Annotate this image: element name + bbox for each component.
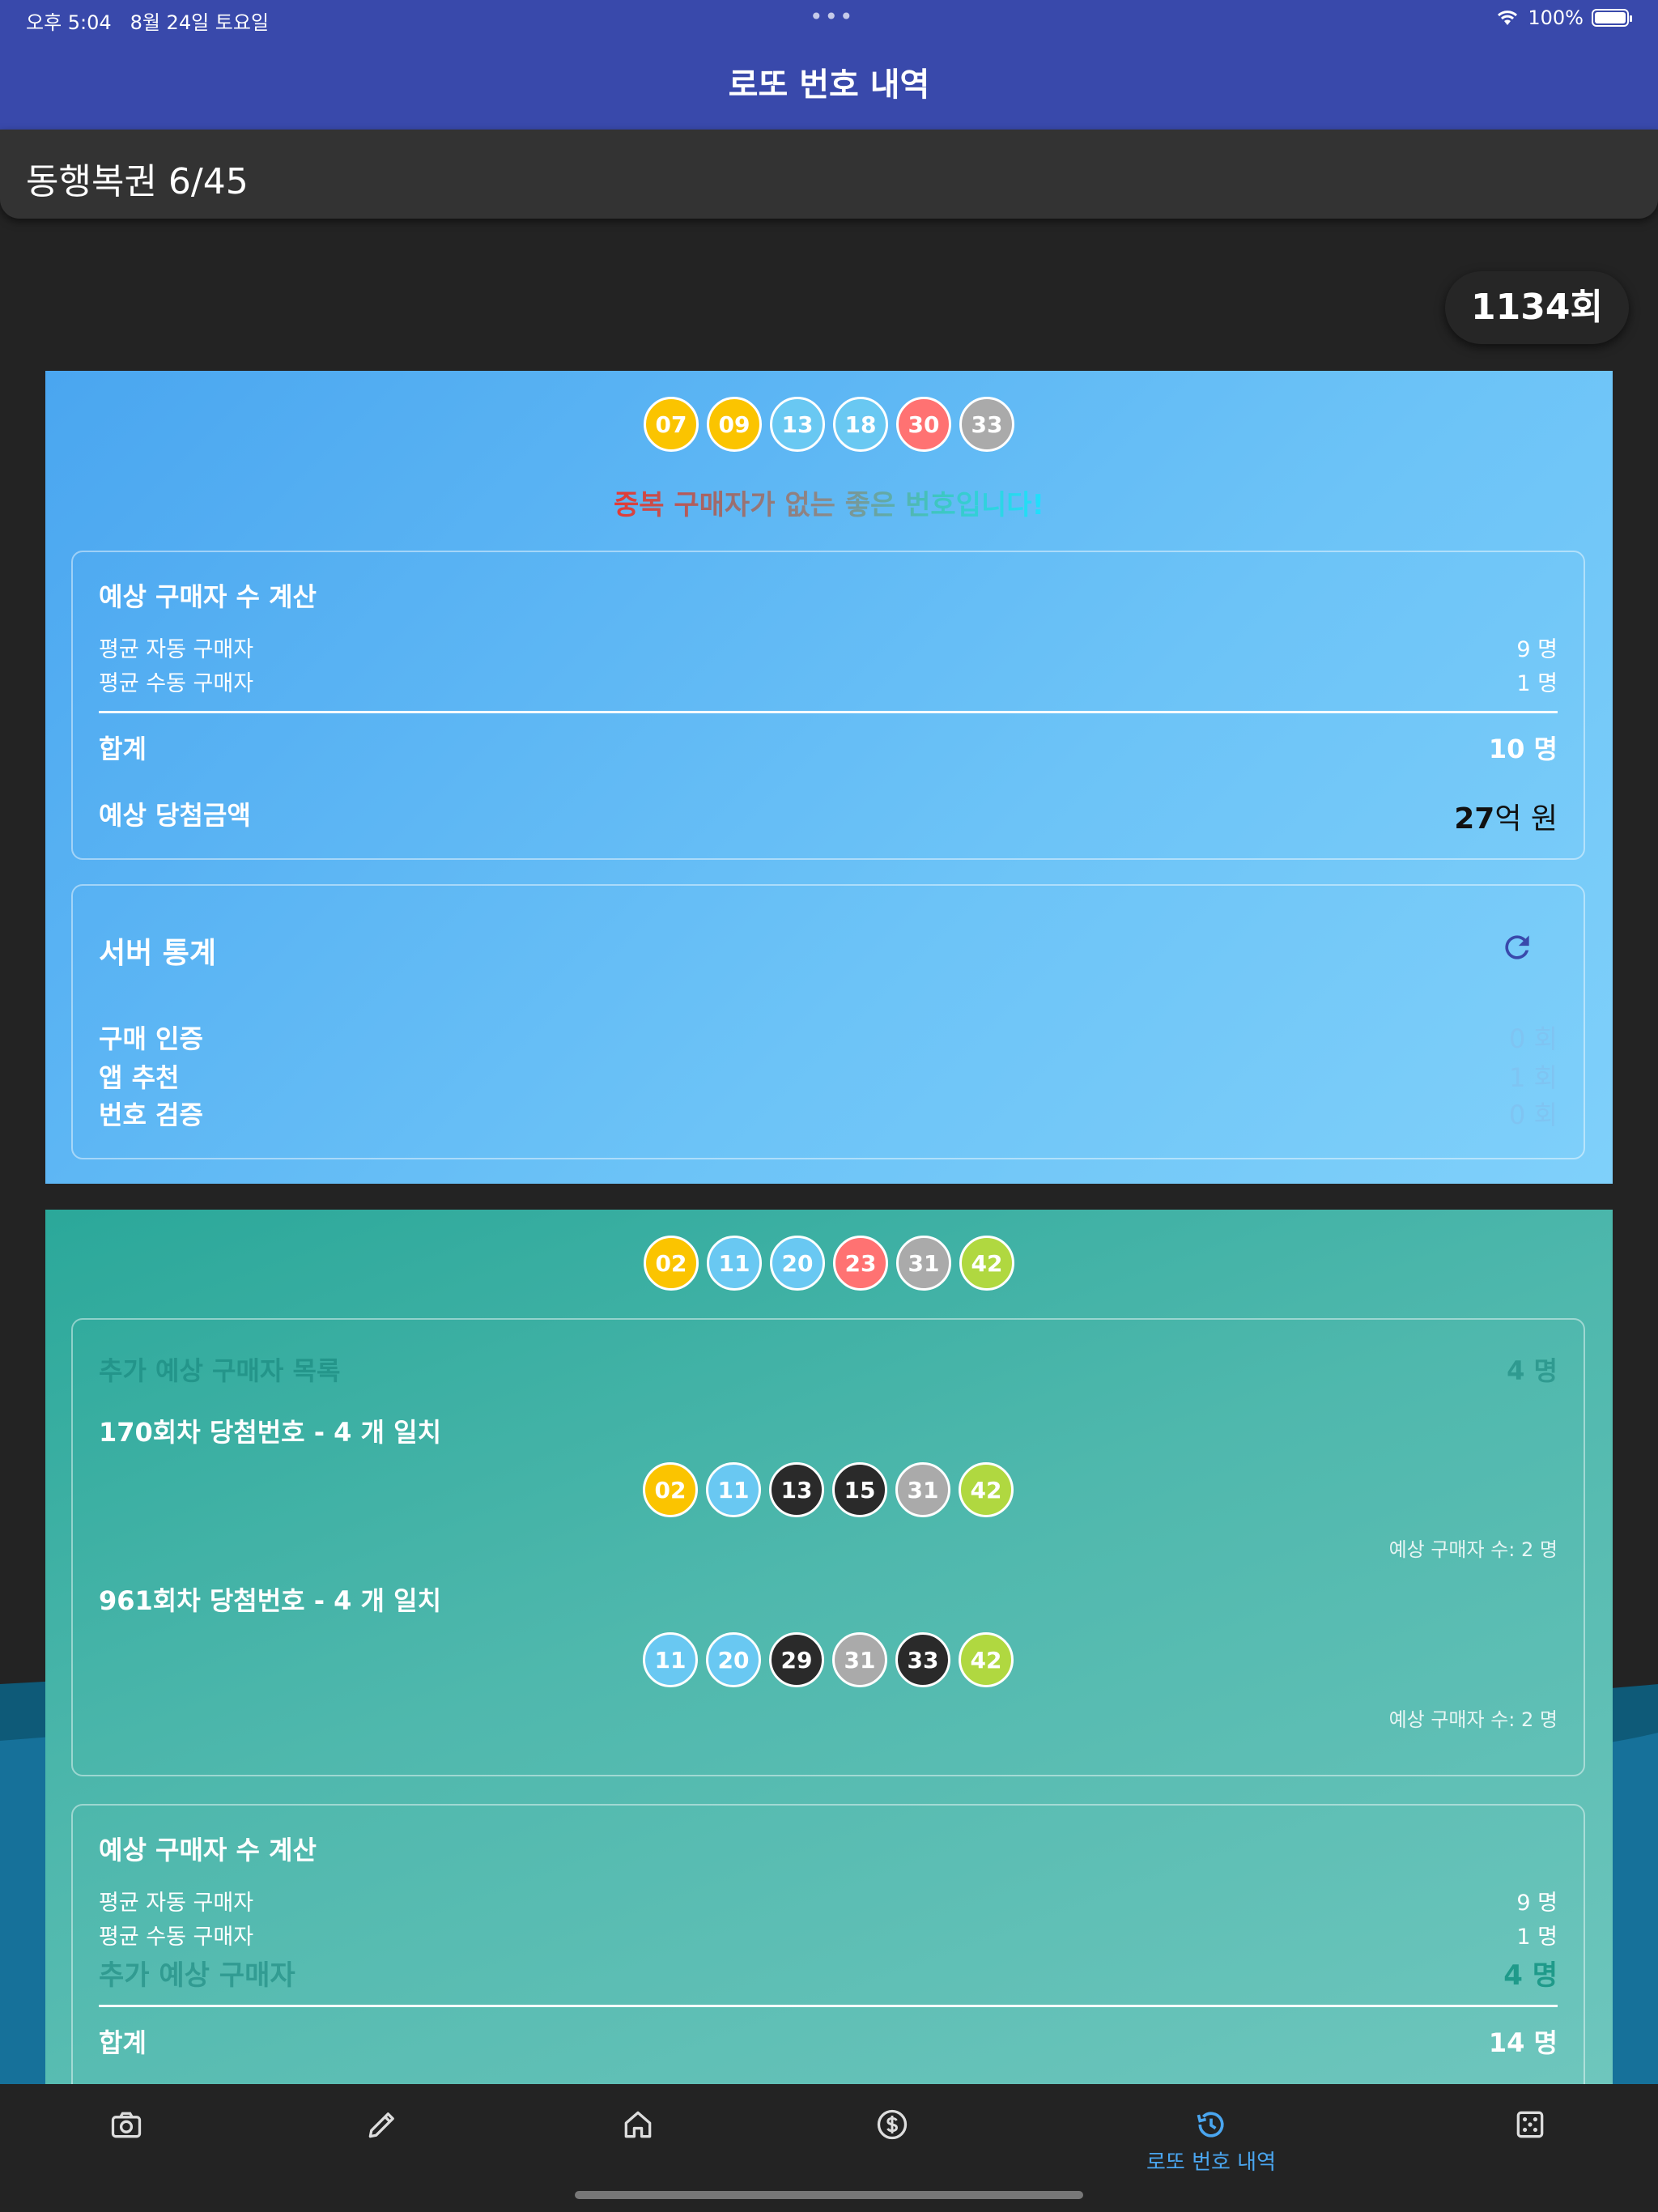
number-ball: 18 [833,397,888,452]
dice-icon [1516,2111,1544,2138]
nav-history[interactable]: 로또 번호 내역 [1114,2107,1308,2180]
number-ball: 13 [770,397,825,452]
estimate-title: 예상 구매자 수 계산 [99,581,317,612]
prize-row: 예상 당첨금액 27억 원 [99,800,1558,836]
number-ball: 33 [895,1632,950,1687]
number-ball: 20 [706,1632,761,1687]
number-ball: 11 [706,1462,761,1517]
manual-buyers-row: 평균 수동 구매자 1 명 [99,671,1558,696]
battery-percent: 100% [1528,6,1584,29]
number-ball: 31 [832,1632,887,1687]
number-ball: 30 [896,397,951,452]
number-ball: 33 [959,397,1014,452]
purchase-stat-row: 구매 인증 0 회 [99,1023,1558,1054]
number-ball: 13 [769,1462,824,1517]
number-ball: 09 [707,397,762,452]
divider [99,2005,1558,2007]
auto-buyers-row: 평균 자동 구매자 9 명 [99,637,1558,662]
estimate-panel: 예상 구매자 수 계산 평균 자동 구매자 9 명 평균 수동 구매자 1 명 합계… [71,551,1585,860]
divider [99,711,1558,713]
number-ball: 11 [707,1236,762,1291]
number-ball: 31 [895,1462,950,1517]
app-bar: 로또 번호 내역 [0,39,1658,130]
camera-icon [111,2112,142,2138]
number-ball: 20 [770,1236,825,1291]
number-ball: 42 [959,1632,1014,1687]
total-row: 합계 10 명 [99,734,1558,764]
estimate-title: 예상 구매자 수 계산 [99,1835,317,1865]
multitasking-dots-icon[interactable]: ••• [810,3,855,30]
verify-stat-row: 번호 검증 0 회 [99,1100,1558,1130]
match-title: 170회차 당첨번호 - 4 개 일치 [99,1417,442,1448]
nav-history-label: 로또 번호 내역 [1146,2150,1277,2175]
number-ball: 23 [833,1236,888,1291]
server-stats-title: 서버 통계 [99,937,217,970]
nav-home[interactable] [589,2107,687,2180]
good-number-message: 중복 구매자가 없는 좋은 번호입니다! [613,489,1045,521]
battery-icon [1592,9,1632,27]
wifi-icon [1498,11,1518,25]
home-icon [624,2111,652,2138]
extra-buyers-row: 추가 예상 구매자 4 명 [99,1959,1558,1992]
extra-buyers-header: 추가 예상 구매자 목록 4 명 [99,1355,1558,1386]
status-date: 8월 24일 토요일 [130,11,270,34]
auto-buyers-row: 평균 자동 구매자 9 명 [99,1891,1558,1916]
history-icon [1197,2112,1224,2138]
match-buyers-note: 예상 구매자 수: 2 명 [1388,1708,1558,1731]
number-ball: 29 [769,1632,824,1687]
nav-dice[interactable] [1482,2107,1579,2180]
server-stats-panel: 서버 통계 구매 인증 0 회 앱 추천 1 회 번호 검증 0 회 [71,884,1585,1159]
refresh-icon[interactable] [1499,929,1535,965]
match-number-balls: 02 11 13 15 31 42 [73,1462,1584,1517]
match-buyers-note: 예상 구매자 수: 2 명 [1388,1538,1558,1561]
page-title: 로또 번호 내역 [728,66,930,104]
match-number-balls: 11 20 29 31 33 42 [73,1632,1584,1687]
nav-pencil[interactable] [334,2107,431,2180]
number-ball: 02 [643,1462,698,1517]
number-ball: 02 [644,1236,699,1291]
round-chip[interactable]: 1134회 [1445,271,1629,344]
status-bar: 오후 5:04 8월 24일 토요일 ••• 100% [0,0,1658,39]
dollar-icon [877,2109,908,2140]
extra-buyers-panel: 추가 예상 구매자 목록 4 명 170회차 당첨번호 - 4 개 일치 02 1… [71,1318,1585,1776]
number-balls: 02 11 20 23 31 42 [45,1236,1613,1291]
match-title: 961회차 당첨번호 - 4 개 일치 [99,1585,442,1616]
number-ball: 42 [959,1462,1014,1517]
nav-camera[interactable] [78,2107,175,2180]
number-ball: 11 [643,1632,698,1687]
lottery-header: 동행복권 6/45 [0,130,1658,219]
number-set-card-2: 02 11 20 23 31 42 추가 예상 구매자 목록 4 명 170회차 … [45,1210,1613,2084]
number-ball: 07 [644,397,699,452]
number-ball: 42 [959,1236,1014,1291]
home-indicator[interactable] [575,2191,1083,2199]
number-ball: 31 [896,1236,951,1291]
number-ball: 15 [832,1462,887,1517]
prize-amount: 27 [1454,802,1495,836]
lottery-name: 동행복권 6/45 [26,161,249,202]
total-row: 합계 14 명 [99,2027,1558,2058]
estimate-panel: 예상 구매자 수 계산 평균 자동 구매자 9 명 평균 수동 구매자 1 명 추가… [71,1804,1585,2084]
pencil-icon [368,2112,394,2138]
manual-buyers-row: 평균 수동 구매자 1 명 [99,1925,1558,1950]
number-set-card-1: 07 09 13 18 30 33 중복 구매자가 없는 좋은 번호입니다! 예… [45,371,1613,1184]
status-time: 오후 5:04 8월 24일 토요일 [26,11,270,34]
nav-prize[interactable] [844,2107,941,2180]
recommend-stat-row: 앱 추천 1 회 [99,1062,1558,1093]
number-balls: 07 09 13 18 30 33 [45,397,1613,452]
